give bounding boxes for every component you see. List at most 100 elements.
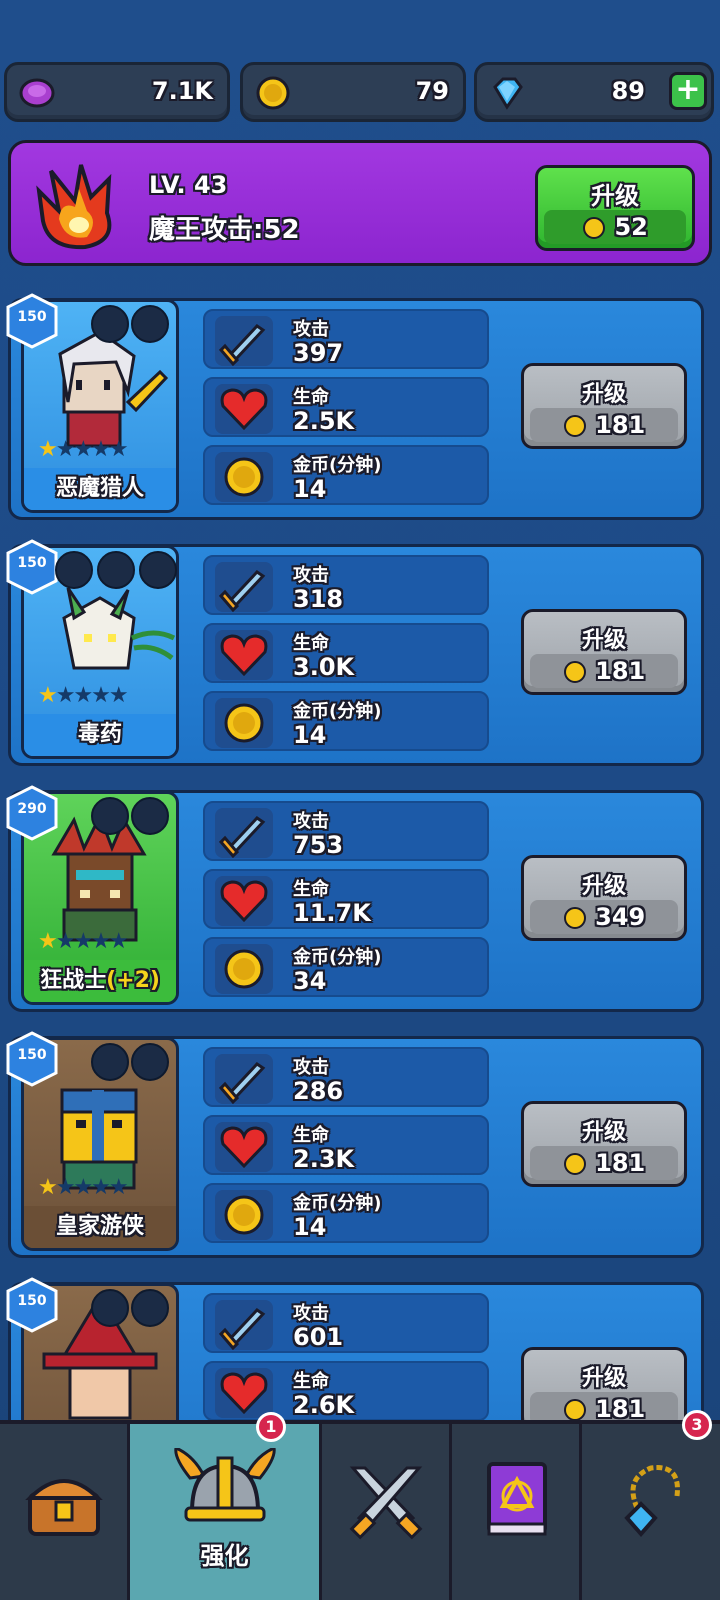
hp-stat: 生命 11.7K	[203, 869, 489, 929]
tab-items[interactable]	[582, 1424, 720, 1600]
sword-icon	[215, 1300, 273, 1350]
gold-value: 14	[293, 475, 327, 503]
hero-level-badge: 150	[5, 293, 59, 349]
tab-shop[interactable]	[0, 1424, 130, 1600]
attack-label: 攻击	[293, 565, 329, 586]
heart-icon	[215, 1368, 273, 1418]
tab-upgrade-label: 强化	[200, 1542, 249, 1570]
heart-icon	[215, 1122, 273, 1172]
hero-upgrade-button[interactable]: 升级 181	[521, 1101, 687, 1187]
attack-stat: 攻击 318	[203, 555, 489, 615]
hero-level-badge: 150	[5, 1031, 59, 1087]
trait-orc-icon[interactable]	[91, 797, 129, 835]
hero-level-badge: 150	[5, 539, 59, 595]
upgrade-cost: 52	[544, 210, 686, 244]
hp-value: 2.6K	[293, 1391, 355, 1419]
hero-stars: ★★★★★	[38, 929, 129, 954]
upgrade-label: 升级	[581, 628, 626, 653]
hp-stat: 生命 2.5K	[203, 377, 489, 437]
tab-spellbook[interactable]	[452, 1424, 582, 1600]
hero-upgrade-button[interactable]: 升级 181	[521, 363, 687, 449]
heart-icon	[215, 630, 273, 680]
upgrade-label: 升级	[581, 874, 626, 899]
attack-value: 601	[293, 1323, 344, 1351]
upgrade-label: 升级	[581, 382, 626, 407]
tab-battle[interactable]	[322, 1424, 452, 1600]
trait-elf-icon[interactable]	[91, 305, 129, 343]
trait-helmet-icon[interactable]	[91, 1043, 129, 1081]
hero-stars: ★★★★★	[38, 683, 129, 708]
hero-level-badge: 290	[5, 785, 59, 841]
coin-icon	[563, 907, 586, 929]
hero-name: 毒药	[24, 714, 176, 756]
upgrade-cost: 181	[530, 1146, 678, 1180]
items-notification-badge: 3	[682, 1410, 712, 1440]
hp-value: 2.5K	[293, 407, 355, 435]
gem-value: 7.1K	[151, 77, 213, 105]
hero-card[interactable]: ★★★★★ 毒药 150 攻击 318 生命 3.0K 金币(分钟) 14 升级…	[6, 539, 704, 766]
hp-label: 生命	[293, 387, 329, 408]
hero-card[interactable]: ★★★★★ 皇家游侠 150 攻击 286 生命 2.3K 金币(分钟) 14 …	[6, 1031, 704, 1258]
attack-label: 攻击	[293, 1303, 329, 1324]
hp-value: 3.0K	[293, 653, 355, 681]
upgrade-cost: 181	[530, 408, 678, 442]
heart-icon	[215, 384, 273, 434]
hero-upgrade-button[interactable]: 升级 181	[521, 609, 687, 695]
attack-label: 攻击	[293, 811, 329, 832]
coin-icon	[563, 1153, 586, 1175]
gold-label: 金币(分钟)	[293, 701, 382, 722]
coin-icon	[563, 1399, 586, 1421]
hero-upgrade-button[interactable]: 升级 349	[521, 855, 687, 941]
trait-dagger-icon[interactable]	[97, 551, 135, 589]
attack-label: 攻击	[293, 319, 329, 340]
diamond-counter: 89 +	[474, 62, 714, 122]
coin-icon	[215, 1190, 273, 1240]
amulet-icon	[624, 1465, 680, 1538]
trait-mask-icon[interactable]	[55, 551, 93, 589]
hp-stat: 生命 3.0K	[203, 623, 489, 683]
gold-stat: 金币(分钟) 14	[203, 1183, 489, 1243]
treasure-chest-icon	[24, 1479, 103, 1536]
gold-label: 金币(分钟)	[293, 455, 382, 476]
trait-sword-icon[interactable]	[131, 797, 169, 835]
attack-value: 286	[293, 1077, 344, 1105]
trait-bow-icon[interactable]	[131, 1043, 169, 1081]
hp-label: 生命	[293, 1371, 329, 1392]
upgrade-label: 升级	[591, 182, 639, 210]
hero-name: 皇家游侠	[24, 1206, 176, 1248]
hp-value: 2.3K	[293, 1145, 355, 1173]
trait-dragon-icon[interactable]	[139, 551, 177, 589]
hp-label: 生命	[293, 1125, 329, 1146]
hp-stat: 生命 2.6K	[203, 1361, 489, 1421]
hero-bonus: (+2)	[106, 968, 160, 993]
hero-card[interactable]: ★★★★★ 恶魔猎人 150 攻击 397 生命 2.5K 金币(分钟) 14 …	[6, 293, 704, 520]
attack-label: 攻击	[293, 1057, 329, 1078]
bottom-nav: 强化 1 3	[0, 1410, 720, 1600]
spellbook-icon	[486, 1462, 547, 1536]
hp-stat: 生命 2.3K	[203, 1115, 489, 1175]
coin-value: 79	[415, 77, 449, 105]
coin-icon	[215, 698, 273, 748]
gold-value: 14	[293, 1213, 327, 1241]
upgrade-notification-badge: 1	[256, 1412, 286, 1442]
hero-card[interactable]: ★★★★★ 狂战士(+2) 290 攻击 753 生命 11.7K 金币(分钟)…	[6, 785, 704, 1012]
trait-staff-icon[interactable]	[131, 1289, 169, 1327]
attack-stat: 攻击 397	[203, 309, 489, 369]
hero-stars: ★★★★★	[38, 437, 129, 462]
gold-value: 34	[293, 967, 327, 995]
attack-value: 753	[293, 831, 344, 859]
attack-stat: 攻击 601	[203, 1293, 489, 1353]
trait-eye-icon[interactable]	[131, 305, 169, 343]
attack-value: 397	[293, 339, 344, 367]
demon-king-upgrade-button[interactable]: 升级 52	[535, 165, 695, 251]
demon-king-panel: LV. 43 魔王攻击:52 升级 52	[8, 140, 712, 266]
fire-attack-icon	[36, 164, 112, 250]
diamond-value: 89	[611, 77, 645, 105]
tab-upgrade[interactable]: 强化	[130, 1424, 322, 1600]
upgrade-cost: 349	[530, 900, 678, 934]
heart-icon	[215, 876, 273, 926]
trait-helmet-icon[interactable]	[91, 1289, 129, 1327]
add-diamonds-button[interactable]: +	[669, 72, 707, 110]
sword-icon	[215, 316, 273, 366]
hero-stars: ★★★★★	[38, 1175, 129, 1200]
